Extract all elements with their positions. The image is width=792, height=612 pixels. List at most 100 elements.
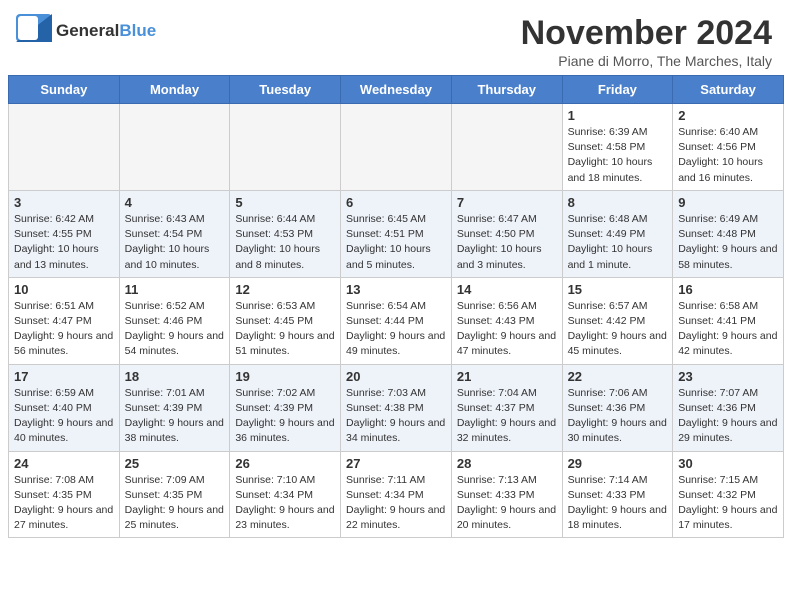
day-cell: 26 Sunrise: 7:10 AMSunset: 4:34 PMDayligh… — [230, 451, 341, 538]
day-cell — [451, 104, 562, 191]
day-number: 9 — [678, 195, 778, 210]
day-number: 6 — [346, 195, 446, 210]
day-cell: 30 Sunrise: 7:15 AMSunset: 4:32 PMDayligh… — [673, 451, 784, 538]
day-number: 12 — [235, 282, 335, 297]
subtitle: Piane di Morro, The Marches, Italy — [521, 53, 772, 69]
day-cell: 24 Sunrise: 7:08 AMSunset: 4:35 PMDayligh… — [9, 451, 120, 538]
day-cell: 25 Sunrise: 7:09 AMSunset: 4:35 PMDayligh… — [119, 451, 230, 538]
day-info: Sunrise: 7:03 AMSunset: 4:38 PMDaylight:… — [346, 386, 446, 447]
calendar-row: 10Sunrise: 6:51 AMSunset: 4:47 PMDayligh… — [9, 277, 784, 364]
day-info: Sunrise: 6:49 AMSunset: 4:48 PMDaylight:… — [678, 212, 778, 273]
logo: General Blue — [16, 14, 156, 47]
day-cell: 14 Sunrise: 6:56 AMSunset: 4:43 PMDayligh… — [451, 277, 562, 364]
day-number: 1 — [568, 108, 668, 123]
day-number: 20 — [346, 369, 446, 384]
day-info: Sunrise: 6:57 AMSunset: 4:42 PMDaylight:… — [568, 299, 668, 360]
day-info: Sunrise: 7:07 AMSunset: 4:36 PMDaylight:… — [678, 386, 778, 447]
day-cell: 12Sunrise: 6:53 AMSunset: 4:45 PMDayligh… — [230, 277, 341, 364]
day-info: Sunrise: 7:11 AMSunset: 4:34 PMDaylight:… — [346, 473, 446, 534]
day-number: 8 — [568, 195, 668, 210]
day-info: Sunrise: 7:01 AMSunset: 4:39 PMDaylight:… — [125, 386, 225, 447]
day-info: Sunrise: 7:02 AMSunset: 4:39 PMDaylight:… — [235, 386, 335, 447]
day-number: 14 — [457, 282, 557, 297]
day-cell: 7 Sunrise: 6:47 AMSunset: 4:50 PMDaylight… — [451, 190, 562, 277]
day-info: Sunrise: 7:10 AMSunset: 4:34 PMDaylight:… — [235, 473, 335, 534]
day-cell: 13 Sunrise: 6:54 AMSunset: 4:44 PMDayligh… — [341, 277, 452, 364]
day-number: 26 — [235, 456, 335, 471]
calendar-row: 17 Sunrise: 6:59 AMSunset: 4:40 PMDayligh… — [9, 364, 784, 451]
day-number: 25 — [125, 456, 225, 471]
day-number: 22 — [568, 369, 668, 384]
day-cell: 11 Sunrise: 6:52 AMSunset: 4:46 PMDayligh… — [119, 277, 230, 364]
day-info: Sunrise: 6:56 AMSunset: 4:43 PMDaylight:… — [457, 299, 557, 360]
day-info: Sunrise: 6:48 AMSunset: 4:49 PMDaylight:… — [568, 212, 668, 273]
day-cell: 21 Sunrise: 7:04 AMSunset: 4:37 PMDayligh… — [451, 364, 562, 451]
header-sunday: Sunday — [9, 76, 120, 104]
day-cell: 10Sunrise: 6:51 AMSunset: 4:47 PMDayligh… — [9, 277, 120, 364]
day-number: 4 — [125, 195, 225, 210]
day-number: 27 — [346, 456, 446, 471]
day-cell: 2Sunrise: 6:40 AMSunset: 4:56 PMDaylight… — [673, 104, 784, 191]
day-cell: 3Sunrise: 6:42 AMSunset: 4:55 PMDaylight… — [9, 190, 120, 277]
header-saturday: Saturday — [673, 76, 784, 104]
header-friday: Friday — [562, 76, 673, 104]
header: General Blue November 2024 Piane di Morr… — [0, 0, 792, 75]
day-number: 23 — [678, 369, 778, 384]
day-number: 5 — [235, 195, 335, 210]
day-number: 24 — [14, 456, 114, 471]
day-cell: 22 Sunrise: 7:06 AMSunset: 4:36 PMDayligh… — [562, 364, 673, 451]
day-cell: 8 Sunrise: 6:48 AMSunset: 4:49 PMDaylight… — [562, 190, 673, 277]
day-number: 10 — [14, 282, 114, 297]
day-info: Sunrise: 7:04 AMSunset: 4:37 PMDaylight:… — [457, 386, 557, 447]
day-number: 7 — [457, 195, 557, 210]
day-number: 17 — [14, 369, 114, 384]
day-number: 19 — [235, 369, 335, 384]
logo-text: General Blue — [56, 21, 156, 41]
day-cell: 16Sunrise: 6:58 AMSunset: 4:41 PMDayligh… — [673, 277, 784, 364]
calendar-table: Sunday Monday Tuesday Wednesday Thursday… — [8, 75, 784, 538]
day-info: Sunrise: 6:42 AMSunset: 4:55 PMDaylight:… — [14, 212, 114, 273]
day-cell: 4 Sunrise: 6:43 AMSunset: 4:54 PMDaylight… — [119, 190, 230, 277]
day-info: Sunrise: 7:08 AMSunset: 4:35 PMDaylight:… — [14, 473, 114, 534]
day-info: Sunrise: 6:52 AMSunset: 4:46 PMDaylight:… — [125, 299, 225, 360]
day-number: 13 — [346, 282, 446, 297]
day-info: Sunrise: 6:59 AMSunset: 4:40 PMDaylight:… — [14, 386, 114, 447]
day-info: Sunrise: 6:47 AMSunset: 4:50 PMDaylight:… — [457, 212, 557, 273]
day-info: Sunrise: 7:13 AMSunset: 4:33 PMDaylight:… — [457, 473, 557, 534]
page-container: General Blue November 2024 Piane di Morr… — [0, 0, 792, 612]
day-info: Sunrise: 6:45 AMSunset: 4:51 PMDaylight:… — [346, 212, 446, 273]
day-info: Sunrise: 7:06 AMSunset: 4:36 PMDaylight:… — [568, 386, 668, 447]
logo-blue: Blue — [119, 21, 156, 41]
day-info: Sunrise: 6:54 AMSunset: 4:44 PMDaylight:… — [346, 299, 446, 360]
day-number: 29 — [568, 456, 668, 471]
day-info: Sunrise: 7:15 AMSunset: 4:32 PMDaylight:… — [678, 473, 778, 534]
day-cell: 27 Sunrise: 7:11 AMSunset: 4:34 PMDayligh… — [341, 451, 452, 538]
day-info: Sunrise: 7:09 AMSunset: 4:35 PMDaylight:… — [125, 473, 225, 534]
calendar-row: 24 Sunrise: 7:08 AMSunset: 4:35 PMDayligh… — [9, 451, 784, 538]
header-tuesday: Tuesday — [230, 76, 341, 104]
day-number: 30 — [678, 456, 778, 471]
day-cell: 29Sunrise: 7:14 AMSunset: 4:33 PMDayligh… — [562, 451, 673, 538]
day-cell: 15 Sunrise: 6:57 AMSunset: 4:42 PMDayligh… — [562, 277, 673, 364]
day-cell: 6 Sunrise: 6:45 AMSunset: 4:51 PMDaylight… — [341, 190, 452, 277]
day-number: 18 — [125, 369, 225, 384]
day-cell: 19 Sunrise: 7:02 AMSunset: 4:39 PMDayligh… — [230, 364, 341, 451]
day-number: 21 — [457, 369, 557, 384]
day-cell — [119, 104, 230, 191]
logo-general: General — [56, 21, 119, 41]
header-wednesday: Wednesday — [341, 76, 452, 104]
day-cell: 1 Sunrise: 6:39 AMSunset: 4:58 PMDaylight… — [562, 104, 673, 191]
header-monday: Monday — [119, 76, 230, 104]
day-number: 16 — [678, 282, 778, 297]
logo-icon — [16, 14, 52, 47]
day-info: Sunrise: 6:44 AMSunset: 4:53 PMDaylight:… — [235, 212, 335, 273]
day-info: Sunrise: 6:43 AMSunset: 4:54 PMDaylight:… — [125, 212, 225, 273]
day-number: 11 — [125, 282, 225, 297]
calendar-row: 3Sunrise: 6:42 AMSunset: 4:55 PMDaylight… — [9, 190, 784, 277]
day-number: 15 — [568, 282, 668, 297]
day-cell: 20 Sunrise: 7:03 AMSunset: 4:38 PMDayligh… — [341, 364, 452, 451]
day-cell: 17 Sunrise: 6:59 AMSunset: 4:40 PMDayligh… — [9, 364, 120, 451]
day-info: Sunrise: 6:39 AMSunset: 4:58 PMDaylight:… — [568, 125, 668, 186]
calendar-row: 1 Sunrise: 6:39 AMSunset: 4:58 PMDaylight… — [9, 104, 784, 191]
title-section: November 2024 Piane di Morro, The Marche… — [521, 14, 772, 69]
